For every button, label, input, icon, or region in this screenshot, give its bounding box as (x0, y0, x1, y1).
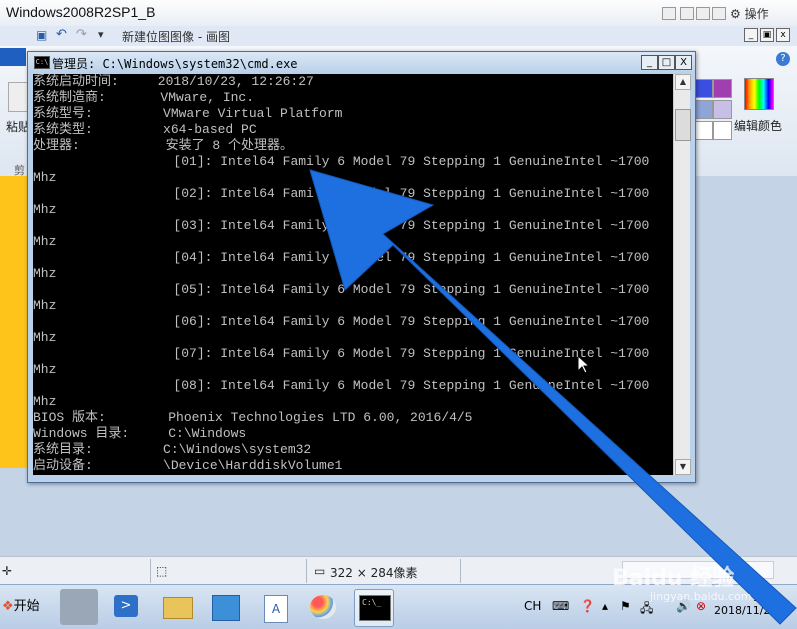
cmd-titlebar[interactable]: C:\ 管理员: C:\Windows\system32\cmd.exe _ □… (28, 52, 695, 72)
console-line: 系统制造商: VMware, Inc. (33, 90, 255, 105)
scroll-down-icon[interactable]: ▼ (675, 459, 691, 475)
console-line: 系统启动时间: 2018/10/23, 12:26:27 (33, 74, 314, 89)
vm-titlebar: Windows2008R2SP1_B ⚙ 操作 (0, 0, 797, 27)
redo-icon[interactable]: ↷ (76, 27, 87, 42)
cmd-title: 管理员: C:\Windows\system32\cmd.exe (52, 57, 298, 71)
customize-toolbar-icon[interactable]: ▾ (98, 28, 104, 41)
edit-colors-icon[interactable] (744, 78, 774, 110)
scroll-up-icon[interactable]: ▲ (675, 74, 691, 90)
console-line: Mhz (33, 298, 57, 313)
scroll-thumb[interactable] (675, 109, 691, 141)
paint-close-button[interactable]: x (776, 28, 790, 42)
cmd-window-icon[interactable]: C:\ (34, 56, 50, 69)
cmd-window: C:\ 管理员: C:\Windows\system32\cmd.exe _ □… (27, 51, 696, 483)
wordpad-icon[interactable]: A (256, 589, 294, 625)
cmd-close-button[interactable]: X (675, 55, 692, 70)
console-line: Windows 目录: C:\Windows (33, 426, 247, 441)
help-icon[interactable]: ? (776, 52, 790, 66)
image-size-icon: ▭ (314, 564, 326, 578)
color-swatch[interactable] (713, 79, 732, 98)
paint-file-menu-button[interactable] (0, 48, 26, 66)
status-divider (306, 559, 307, 583)
keyboard-icon[interactable]: ⌨ (552, 599, 569, 613)
undo-icon[interactable]: ↶ (56, 27, 67, 42)
console-line: 处理器: 安装了 8 个处理器。 (33, 138, 294, 153)
powershell-icon[interactable]: > (108, 589, 146, 625)
console-line: Mhz (33, 170, 57, 185)
paint-restore-button[interactable]: ▣ (760, 28, 774, 42)
console-line: Mhz (33, 234, 57, 249)
cmd-taskbar-icon[interactable]: C:\_ (354, 589, 394, 627)
vm-minimize-button[interactable] (680, 7, 694, 20)
vm-action-menu[interactable]: ⚙ 操作 (730, 5, 769, 22)
status-divider (460, 559, 461, 583)
console-line: [02]: Intel64 Family 6 Model 79 Stepping… (33, 186, 650, 201)
baidu-watermark: Baidu 经验 (612, 566, 735, 591)
vm-title: Windows2008R2SP1_B (6, 4, 156, 20)
flag-icon[interactable]: ⚑ (620, 599, 631, 613)
selection-icon: ⬚ (156, 564, 168, 578)
clock-date: 2018/11/2 (714, 604, 771, 617)
console-line: [03]: Intel64 Family 6 Model 79 Stepping… (33, 218, 650, 233)
help-tray-icon[interactable]: ❓ (580, 599, 595, 613)
vm-close-button[interactable] (712, 7, 726, 20)
vm-restore-button[interactable] (662, 7, 676, 20)
baidu-watermark-url: jingyan.baidu.com (650, 590, 752, 603)
explorer-icon[interactable] (158, 589, 196, 625)
start-label: 开始 (13, 599, 40, 614)
console-line: 系统类型: x64-based PC (33, 122, 257, 137)
console-line: Mhz (33, 266, 57, 281)
color-swatch[interactable] (713, 121, 732, 140)
ime-indicator[interactable]: CH (524, 599, 541, 613)
console-line: [05]: Intel64 Family 6 Model 79 Stepping… (33, 282, 650, 297)
color-swatch[interactable] (713, 100, 732, 119)
remote-desktop-icon[interactable] (206, 589, 244, 625)
console-line: Mhz (33, 202, 57, 217)
color-swatch[interactable] (694, 79, 713, 98)
vm-maximize-button[interactable] (696, 7, 710, 20)
console-line: Mhz (33, 330, 57, 345)
console-line: 系统型号: VMware Virtual Platform (33, 106, 343, 121)
edit-colors-button[interactable]: 编辑颜色 (734, 117, 782, 134)
start-button[interactable]: ❖开始 (0, 591, 48, 623)
image-size: 322 × 284像素 (330, 566, 418, 580)
console-line: [06]: Intel64 Family 6 Model 79 Stepping… (33, 314, 650, 329)
console-line: BIOS 版本: Phoenix Technologies LTD 6.00, … (33, 410, 473, 425)
cmd-minimize-button[interactable]: _ (641, 55, 658, 70)
vm-action-label: 操作 (744, 7, 769, 21)
color-swatch[interactable] (694, 121, 713, 140)
console-line: 系统目录: C:\Windows\system32 (33, 442, 312, 457)
windows-logo-icon: ❖ (2, 599, 14, 614)
server-manager-icon[interactable] (60, 589, 98, 625)
color-swatch[interactable] (694, 100, 713, 119)
paint-quick-access-bar: ▣ ↶ ↷ ▾ 新建位图图像 - 画图 _ ▣ x (0, 26, 797, 47)
console-line: [01]: Intel64 Family 6 Model 79 Stepping… (33, 154, 650, 169)
console-line: Mhz (33, 394, 57, 409)
console-line: [07]: Intel64 Family 6 Model 79 Stepping… (33, 346, 650, 361)
position-icon: ✛ (2, 564, 13, 578)
console-line: 启动设备: \Device\HarddiskVolume1 (33, 458, 343, 473)
paint-minimize-button[interactable]: _ (744, 28, 758, 42)
paint-title: 新建位图图像 - 画图 (122, 30, 230, 44)
paint-icon[interactable] (304, 589, 342, 625)
cmd-maximize-button[interactable]: □ (658, 55, 675, 70)
notification-chevron-icon[interactable]: ▴ (602, 599, 608, 613)
console-output[interactable]: 系统启动时间: 2018/10/23, 12:26:27 系统制造商: VMwar… (33, 74, 673, 475)
save-icon[interactable]: ▣ (36, 28, 47, 42)
console-line: [08]: Intel64 Family 6 Model 79 Stepping… (33, 378, 650, 393)
status-divider (150, 559, 151, 583)
console-line: Mhz (33, 362, 57, 377)
console-line: [04]: Intel64 Family 6 Model 79 Stepping… (33, 250, 650, 265)
cmd-vertical-scrollbar[interactable]: ▲ ▼ (673, 74, 691, 475)
mouse-cursor-icon (578, 356, 590, 374)
